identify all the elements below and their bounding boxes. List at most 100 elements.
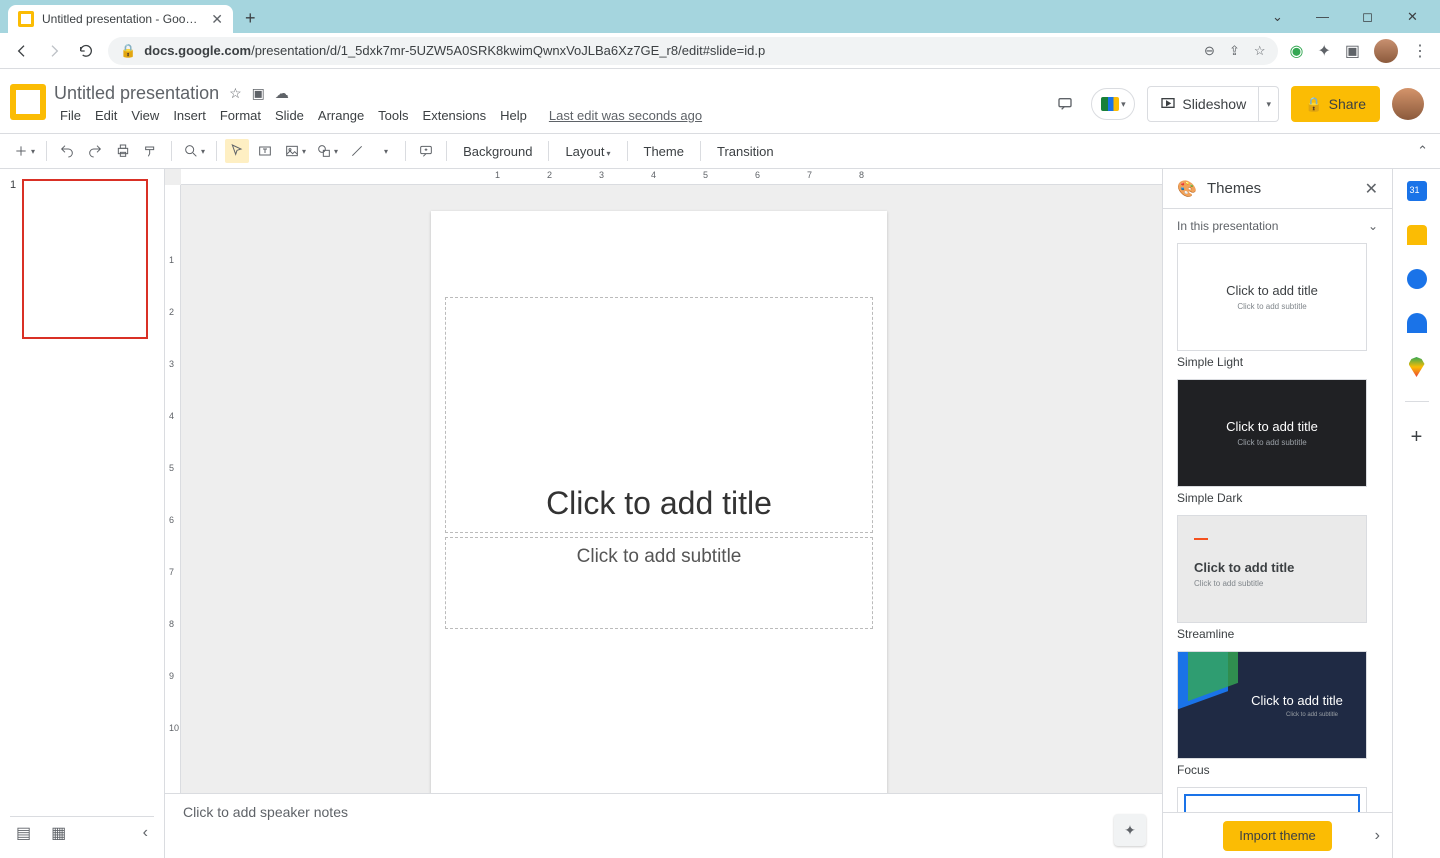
theme-focus[interactable]: Click to add titleClick to add subtitle … [1177, 651, 1378, 781]
menu-format[interactable]: Format [214, 106, 267, 125]
themes-title: Themes [1207, 180, 1355, 197]
slideshow-button[interactable]: Slideshow [1147, 86, 1259, 122]
maps-icon[interactable] [1409, 357, 1425, 377]
url-text: docs.google.com/presentation/d/1_5dxk7mr… [144, 43, 1196, 58]
menu-arrange[interactable]: Arrange [312, 106, 370, 125]
new-tab-button[interactable]: + [245, 8, 256, 29]
textbox-tool[interactable] [253, 139, 277, 163]
close-themes-icon[interactable]: ✕ [1365, 179, 1378, 199]
star-icon[interactable]: ☆ [229, 85, 242, 102]
theme-shift[interactable] [1177, 787, 1378, 812]
contacts-icon[interactable] [1407, 313, 1427, 333]
tab-close-icon[interactable]: ✕ [211, 11, 223, 28]
document-title[interactable]: Untitled presentation [54, 83, 219, 104]
menu-tools[interactable]: Tools [372, 106, 414, 125]
chrome-profile-avatar[interactable] [1374, 39, 1398, 63]
theme-button[interactable]: Theme [636, 144, 692, 159]
chrome-menu-icon[interactable]: ⋮ [1412, 41, 1428, 61]
canvas-scroll[interactable]: Click to add title Click to add subtitle [165, 185, 1162, 793]
explore-button[interactable]: ✦ [1114, 814, 1146, 846]
collapse-toolbar-icon[interactable]: ⌃ [1417, 143, 1428, 159]
move-icon[interactable]: ▣ [252, 85, 265, 102]
minimize-icon[interactable]: — [1300, 2, 1345, 32]
print-button[interactable] [111, 139, 135, 163]
collapse-filmstrip-icon[interactable]: ‹ [143, 824, 148, 842]
comment-tool[interactable] [414, 139, 438, 163]
reload-button[interactable] [76, 41, 96, 61]
user-avatar[interactable] [1392, 88, 1424, 120]
thumb-number-1: 1 [10, 179, 16, 339]
window-controls: ⌄ — ◻ ✕ [1255, 0, 1435, 33]
filmstrip: 1 ▤ ▦ ‹ [0, 169, 165, 858]
zoom-icon[interactable]: ⊖ [1204, 43, 1215, 59]
share-url-icon[interactable]: ⇪ [1229, 43, 1240, 59]
lock-icon: 🔒 [120, 43, 136, 59]
close-window-icon[interactable]: ✕ [1390, 2, 1435, 32]
title-placeholder-box[interactable]: Click to add title [445, 297, 873, 533]
browser-tab[interactable]: Untitled presentation - Google Slides ✕ [8, 5, 233, 33]
keep-icon[interactable] [1407, 225, 1427, 245]
forward-button[interactable] [44, 41, 64, 61]
undo-button[interactable] [55, 139, 79, 163]
meet-icon [1101, 97, 1119, 111]
url-bar[interactable]: 🔒 docs.google.com/presentation/d/1_5dxk7… [108, 37, 1278, 65]
maximize-icon[interactable]: ◻ [1345, 2, 1390, 32]
redo-button[interactable] [83, 139, 107, 163]
background-button[interactable]: Background [455, 144, 540, 159]
title-placeholder-text: Click to add title [546, 485, 772, 522]
new-slide-button[interactable] [10, 139, 38, 163]
menu-edit[interactable]: Edit [89, 106, 123, 125]
filmstrip-footer: ▤ ▦ ‹ [10, 816, 154, 848]
paint-format-button[interactable] [139, 139, 163, 163]
shape-tool[interactable] [313, 139, 341, 163]
speaker-notes[interactable]: Click to add speaker notes ✦ [165, 793, 1162, 858]
subtitle-placeholder-text: Click to add subtitle [577, 546, 742, 568]
meet-button[interactable]: ▾ [1091, 88, 1135, 120]
theme-streamline[interactable]: Click to add titleClick to add subtitle … [1177, 515, 1378, 645]
filmstrip-view-icon[interactable]: ▤ [16, 823, 31, 843]
menu-view[interactable]: View [125, 106, 165, 125]
slideshow-dropdown[interactable]: ▾ [1259, 86, 1279, 122]
menu-help[interactable]: Help [494, 106, 533, 125]
slide-thumbnail-1[interactable] [22, 179, 148, 339]
line-tool[interactable] [345, 139, 369, 163]
line-options[interactable] [373, 139, 397, 163]
slides-app-icon[interactable] [10, 84, 46, 120]
menubar: File Edit View Insert Format Slide Arran… [54, 106, 1043, 125]
comments-button[interactable] [1051, 90, 1079, 118]
cloud-status-icon[interactable]: ☁ [275, 85, 289, 102]
app-header: Untitled presentation ☆ ▣ ☁ File Edit Vi… [0, 69, 1440, 133]
tasks-icon[interactable] [1407, 269, 1427, 289]
extensions-icon[interactable]: ✦ [1317, 41, 1330, 61]
chevron-down-icon: ⌄ [1368, 219, 1378, 233]
themes-list[interactable]: Click to add titleClick to add subtitle … [1163, 243, 1392, 812]
extension-icons: ◉ ✦ ▣ ⋮ [1290, 39, 1429, 63]
menu-slide[interactable]: Slide [269, 106, 310, 125]
side-panel-icon[interactable]: ▣ [1345, 41, 1360, 61]
bookmark-icon[interactable]: ☆ [1254, 43, 1266, 59]
menu-extensions[interactable]: Extensions [417, 106, 493, 125]
grid-view-icon[interactable]: ▦ [51, 823, 66, 843]
zoom-button[interactable] [180, 139, 208, 163]
import-theme-button[interactable]: Import theme [1223, 821, 1332, 851]
add-addon-icon[interactable]: + [1411, 426, 1423, 449]
select-tool[interactable] [225, 139, 249, 163]
last-edit-link[interactable]: Last edit was seconds ago [543, 106, 708, 125]
image-tool[interactable] [281, 139, 309, 163]
themes-section-toggle[interactable]: In this presentation ⌄ [1163, 209, 1392, 243]
speaker-notes-placeholder: Click to add speaker notes [183, 804, 348, 820]
back-button[interactable] [12, 41, 32, 61]
theme-simple-light[interactable]: Click to add titleClick to add subtitle … [1177, 243, 1378, 373]
share-button[interactable]: 🔒 Share [1291, 86, 1380, 122]
layout-button[interactable]: Layout [557, 144, 618, 159]
menu-insert[interactable]: Insert [167, 106, 212, 125]
extension-1-icon[interactable]: ◉ [1290, 41, 1304, 61]
calendar-icon[interactable] [1407, 181, 1427, 201]
themes-next-icon[interactable]: › [1375, 827, 1380, 845]
theme-simple-dark[interactable]: Click to add titleClick to add subtitle … [1177, 379, 1378, 509]
subtitle-placeholder-box[interactable]: Click to add subtitle [445, 537, 873, 629]
slide-canvas[interactable]: Click to add title Click to add subtitle [431, 211, 887, 793]
transition-button[interactable]: Transition [709, 144, 782, 159]
chrome-tab-search-icon[interactable]: ⌄ [1255, 2, 1300, 32]
menu-file[interactable]: File [54, 106, 87, 125]
